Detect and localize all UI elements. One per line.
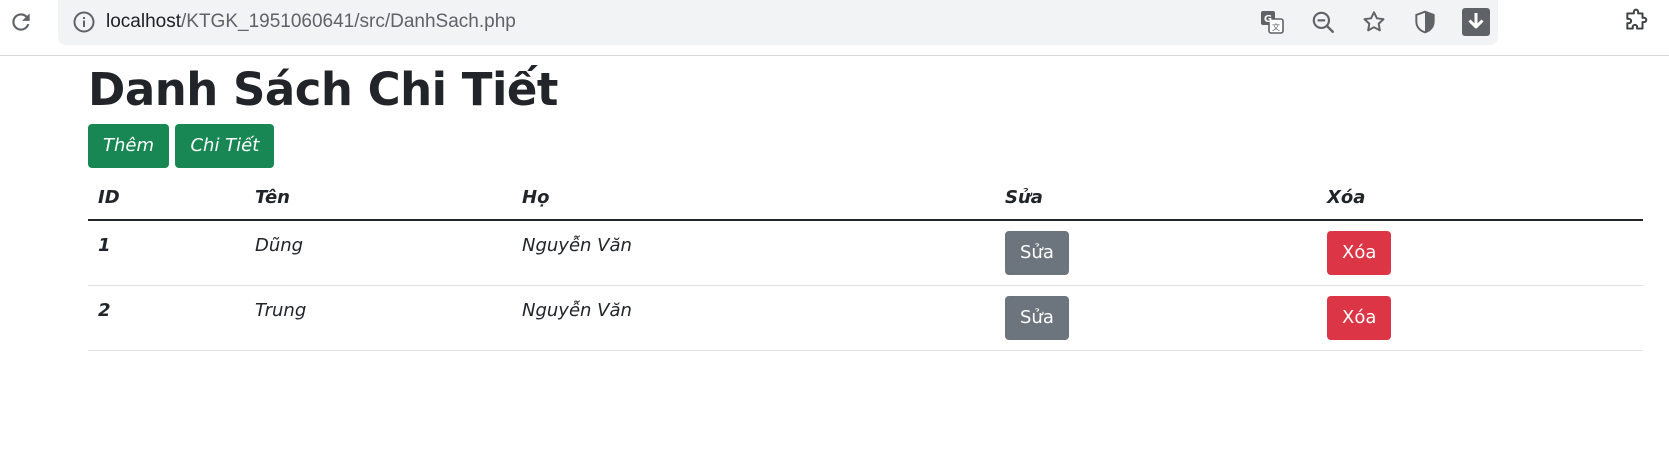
header-edit: Sửa: [995, 176, 1317, 221]
zoom-out-icon[interactable]: [1309, 8, 1337, 36]
header-id: ID: [88, 176, 245, 221]
edit-button[interactable]: Sửa: [1005, 231, 1069, 275]
cell-id: 1: [88, 220, 245, 286]
cell-delete: Xóa: [1317, 285, 1643, 351]
add-button[interactable]: Thêm: [88, 124, 170, 168]
details-button[interactable]: Chi Tiết: [175, 124, 275, 168]
page-content: Danh Sách Chi Tiết Thêm Chi Tiết ID Tên …: [88, 56, 1643, 351]
url-path: /KTGK_1951060641/src/DanhSach.php: [181, 11, 516, 32]
bookmark-star-icon[interactable]: [1360, 8, 1388, 36]
list-table: ID Tên Họ Sửa Xóa 1 Dũng Nguyễn Văn Sửa …: [88, 176, 1643, 351]
cell-delete: Xóa: [1317, 220, 1643, 286]
url-text[interactable]: localhost/KTGK_1951060641/src/DanhSach.p…: [106, 10, 516, 34]
cell-first-name: Trung: [245, 285, 512, 351]
reload-icon[interactable]: [6, 7, 36, 37]
shield-icon[interactable]: [1411, 8, 1439, 36]
edit-button[interactable]: Sửa: [1005, 295, 1069, 340]
header-first-name: Tên: [245, 176, 512, 221]
cell-last-name: Nguyễn Văn: [512, 285, 995, 351]
cell-edit: Sửa: [995, 285, 1317, 351]
site-info-icon[interactable]: [72, 10, 96, 34]
extensions-icon[interactable]: [1621, 6, 1651, 36]
header-delete: Xóa: [1317, 176, 1643, 221]
cell-id: 2: [88, 285, 245, 351]
action-buttons: Thêm Chi Tiết: [88, 124, 1643, 172]
table-row: 2 Trung Nguyễn Văn Sửa Xóa: [88, 285, 1643, 351]
svg-text:文: 文: [1272, 22, 1280, 32]
download-icon[interactable]: [1462, 8, 1490, 36]
translate-icon[interactable]: G文: [1258, 8, 1286, 36]
delete-button[interactable]: Xóa: [1327, 231, 1392, 275]
cell-first-name: Dũng: [245, 220, 512, 286]
delete-button[interactable]: Xóa: [1327, 295, 1392, 340]
url-host: localhost: [106, 11, 181, 32]
header-last-name: Họ: [512, 176, 995, 221]
svg-text:G: G: [1264, 14, 1272, 25]
cell-edit: Sửa: [995, 220, 1317, 286]
cell-last-name: Nguyễn Văn: [512, 220, 995, 286]
browser-toolbar: localhost/KTGK_1951060641/src/DanhSach.p…: [0, 0, 1669, 56]
table-row: 1 Dũng Nguyễn Văn Sửa Xóa: [88, 220, 1643, 286]
address-bar[interactable]: localhost/KTGK_1951060641/src/DanhSach.p…: [58, 0, 1498, 45]
table-header-row: ID Tên Họ Sửa Xóa: [88, 176, 1643, 221]
page-title: Danh Sách Chi Tiết: [88, 63, 558, 116]
